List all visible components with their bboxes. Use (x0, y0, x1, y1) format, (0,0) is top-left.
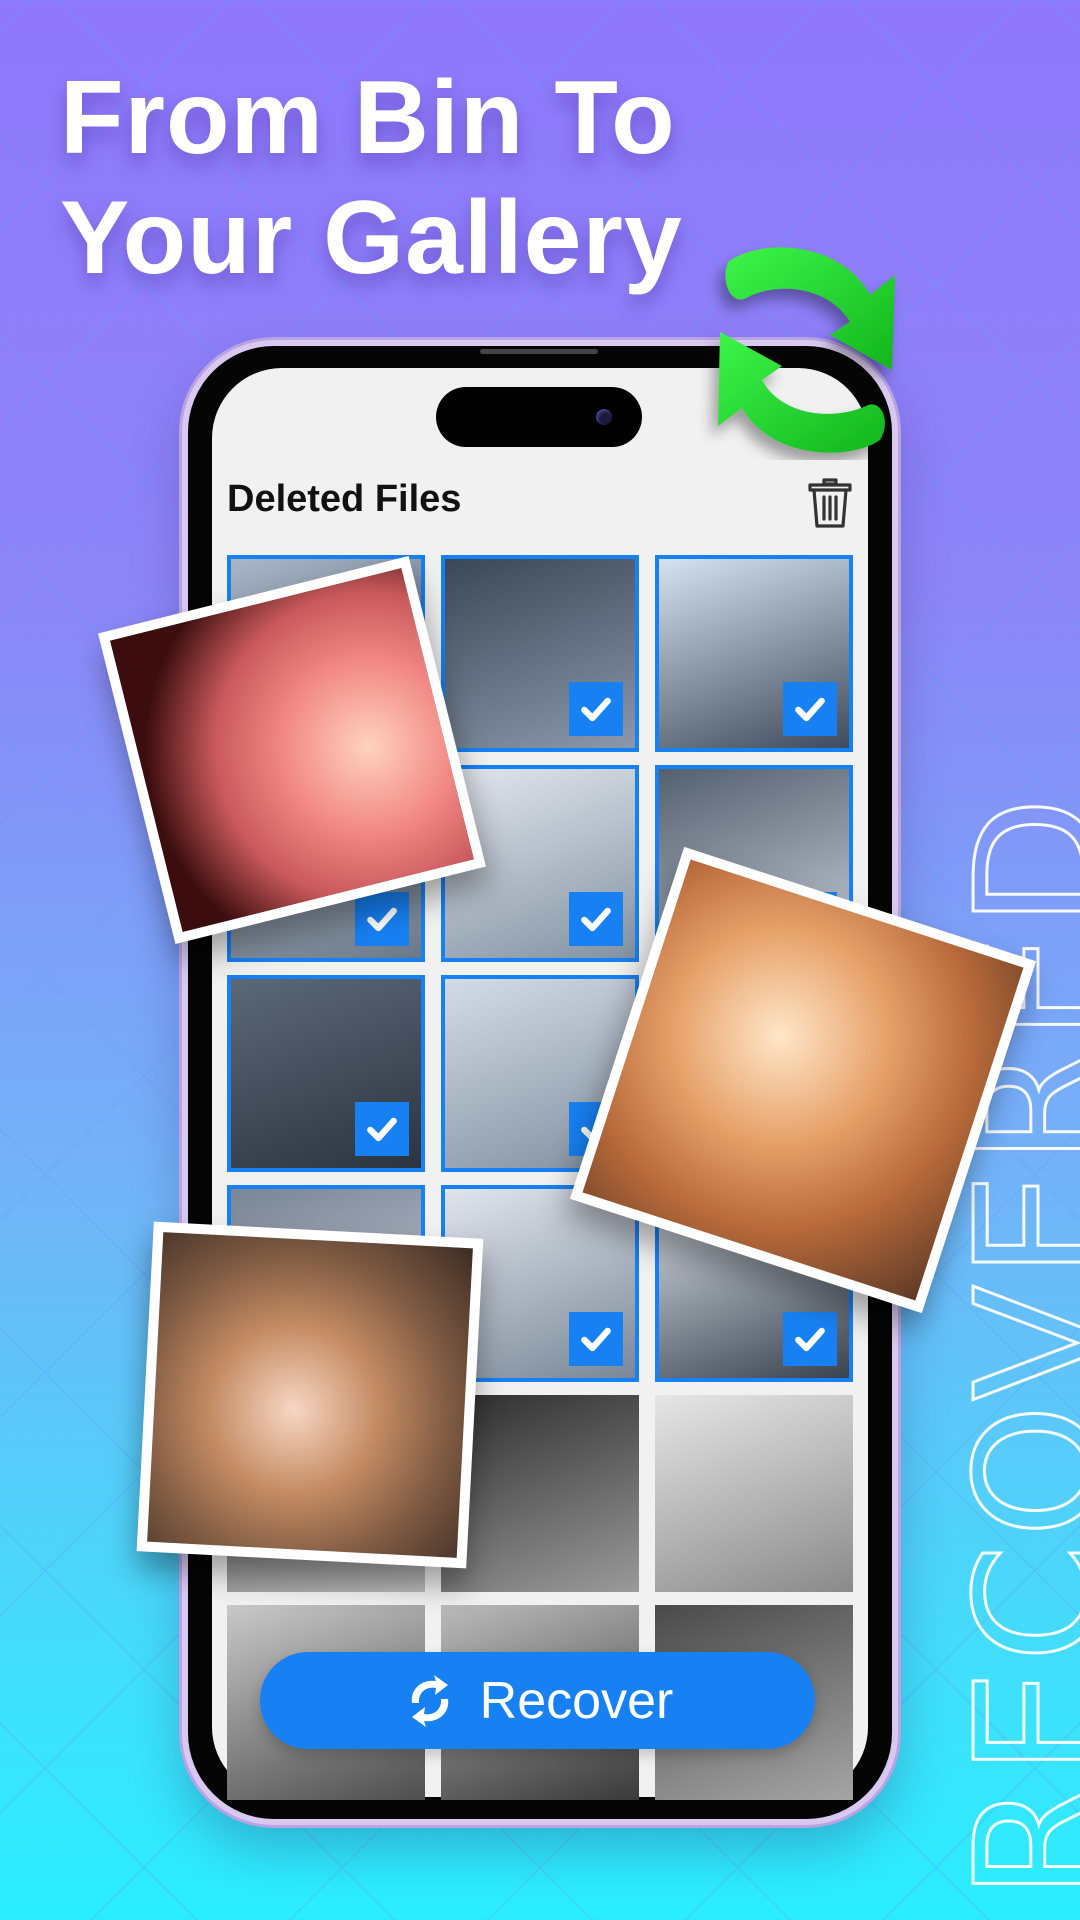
photo-girl-portrait (655, 1395, 853, 1592)
refresh-arrows-icon (718, 247, 895, 453)
photo-tile[interactable] (655, 1395, 853, 1592)
photo-tile[interactable] (227, 975, 425, 1172)
recover-label: Recover (479, 1671, 674, 1730)
headline: From Bin To Your Gallery (60, 58, 683, 298)
sync-icon (411, 1674, 448, 1727)
headline-line-2: Your Gallery (60, 180, 683, 296)
checkbox-checked-icon[interactable] (783, 1312, 837, 1366)
checkbox-checked-icon[interactable] (355, 1102, 409, 1156)
camera-icon (596, 409, 612, 425)
checkbox-checked-icon[interactable] (569, 682, 623, 736)
recovered-photo (136, 1221, 484, 1569)
dynamic-island (436, 387, 642, 447)
checkbox-checked-icon[interactable] (783, 682, 837, 736)
headline-line-1: From Bin To (60, 60, 676, 176)
photo-tile[interactable] (441, 555, 639, 752)
checkbox-checked-icon[interactable] (569, 1312, 623, 1366)
recovered-kids-hugging (147, 1232, 473, 1558)
recover-button[interactable]: Recover (260, 1652, 815, 1749)
photo-tile[interactable] (655, 555, 853, 752)
checkbox-checked-icon[interactable] (355, 892, 409, 946)
recovered-sunset-silhouette (110, 568, 474, 932)
trash-icon[interactable] (806, 474, 854, 530)
checkbox-checked-icon[interactable] (569, 892, 623, 946)
earpiece-speaker (480, 349, 598, 354)
page-title: Deleted Files (227, 478, 462, 520)
